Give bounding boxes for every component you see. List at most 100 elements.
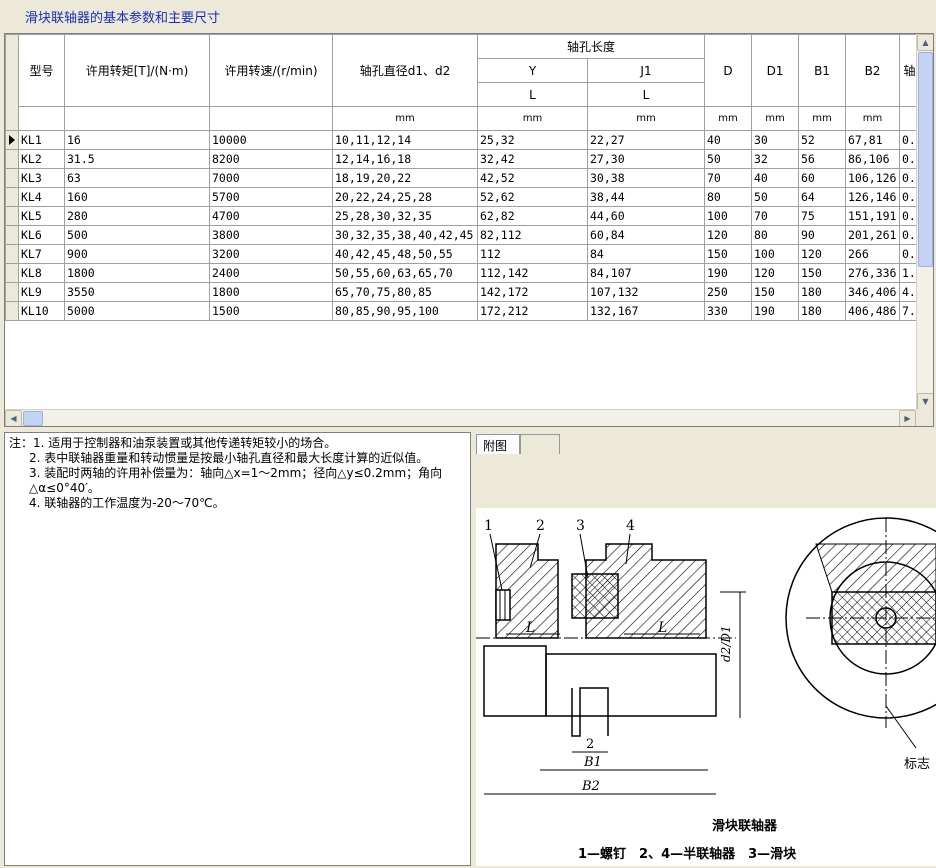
table-cell[interactable]: 20,22,24,25,28 [332,187,478,207]
notes-panel[interactable]: 注：1. 适用于控制器和油泵装置或其他传递转矩较小的场合。 2. 表中联轴器重量… [4,432,471,866]
table-cell[interactable]: KL4 [18,187,65,207]
scroll-down-icon[interactable]: ▼ [917,393,933,410]
table-cell[interactable]: 50 [704,149,752,169]
data-grid[interactable]: 型号 许用转矩[T]/(N·m) 许用转速/(r/min) 轴孔直径d1、d2 … [4,33,934,427]
table-cell[interactable]: 120 [751,263,799,283]
table-cell[interactable]: 18,19,20,22 [332,168,478,188]
table-cell[interactable]: 276,336 [845,263,900,283]
table-cell[interactable]: 10000 [209,130,333,150]
table-cell[interactable]: KL9 [18,282,65,302]
table-row[interactable]: KL9 3550 1800 65,70,75,80,85 142,172 107,132 2… [5,282,920,302]
table-cell[interactable]: 38,44 [587,187,705,207]
table-row[interactable]: KL8 1800 2400 50,55,60,63,65,70 112,142 84,10… [5,263,920,283]
horizontal-scroll-thumb[interactable] [23,411,43,426]
table-cell[interactable]: 10,11,12,14 [332,130,478,150]
table-cell[interactable]: 112,142 [477,263,588,283]
table-cell[interactable]: KL1 [18,130,65,150]
table-cell[interactable]: 280 [64,206,210,226]
table-cell[interactable]: 80 [704,187,752,207]
table-cell[interactable]: 44,60 [587,206,705,226]
table-cell[interactable]: 84,107 [587,263,705,283]
table-cell[interactable]: 25,28,30,32,35 [332,206,478,226]
table-cell[interactable]: 250 [704,282,752,302]
table-cell[interactable]: 65,70,75,80,85 [332,282,478,302]
row-selector[interactable] [5,244,19,264]
table-cell[interactable]: 25,32 [477,130,588,150]
table-cell[interactable]: 84 [587,244,705,264]
table-cell[interactable]: 142,172 [477,282,588,302]
table-cell[interactable]: 90 [798,225,846,245]
table-cell[interactable]: 120 [704,225,752,245]
table-cell[interactable]: KL5 [18,206,65,226]
table-cell[interactable]: KL3 [18,168,65,188]
table-cell[interactable]: 70 [751,206,799,226]
row-selector[interactable] [5,130,19,150]
table-cell[interactable]: 180 [798,301,846,321]
table-cell[interactable]: 266 [845,244,900,264]
table-cell[interactable]: 27,30 [587,149,705,169]
col-J1-L[interactable]: L [587,82,705,107]
table-cell[interactable]: 172,212 [477,301,588,321]
table-cell[interactable]: 75 [798,206,846,226]
table-cell[interactable]: 56 [798,149,846,169]
table-cell[interactable]: 1500 [209,301,333,321]
table-cell[interactable]: 80 [751,225,799,245]
row-selector[interactable] [5,282,19,302]
table-cell[interactable]: 16 [64,130,210,150]
table-cell[interactable]: 106,126 [845,168,900,188]
table-cell[interactable]: 180 [798,282,846,302]
table-cell[interactable]: 346,406 [845,282,900,302]
table-cell[interactable]: 150 [704,244,752,264]
col-Y-L[interactable]: L [477,82,588,107]
table-cell[interactable]: 32 [751,149,799,169]
table-cell[interactable]: 67,81 [845,130,900,150]
table-cell[interactable]: 40 [704,130,752,150]
row-selector[interactable] [5,168,19,188]
row-selector[interactable] [5,206,19,226]
row-selector[interactable] [5,187,19,207]
table-cell[interactable]: 30,32,35,38,40,42,45 [332,225,478,245]
col-B2[interactable]: B2 [845,34,900,107]
table-cell[interactable]: 100 [704,206,752,226]
col-speed[interactable]: 许用转速/(r/min) [209,34,333,107]
table-cell[interactable]: 3800 [209,225,333,245]
table-cell[interactable]: 126,146 [845,187,900,207]
table-cell[interactable]: 150 [798,263,846,283]
col-D[interactable]: D [704,34,752,107]
table-cell[interactable]: KL8 [18,263,65,283]
table-row[interactable]: KL4 160 5700 20,22,24,25,28 52,62 38,44 80 50 64… [5,187,920,207]
vertical-scrollbar[interactable]: ▲ ▼ [916,34,933,410]
table-cell[interactable]: 64 [798,187,846,207]
scroll-left-icon[interactable]: ◀ [5,410,22,426]
table-cell[interactable]: 107,132 [587,282,705,302]
table-cell[interactable]: 4700 [209,206,333,226]
table-cell[interactable]: 3200 [209,244,333,264]
table-cell[interactable]: 30 [751,130,799,150]
col-Y[interactable]: Y [477,58,588,83]
col-D1[interactable]: D1 [751,34,799,107]
table-cell[interactable]: 150 [751,282,799,302]
horizontal-scrollbar[interactable]: ◀ ▶ [5,409,916,426]
table-cell[interactable]: 7000 [209,168,333,188]
table-cell[interactable]: 42,52 [477,168,588,188]
scroll-right-icon[interactable]: ▶ [899,410,916,426]
vertical-scroll-thumb[interactable] [918,52,933,267]
table-cell[interactable]: 190 [704,263,752,283]
table-cell[interactable]: 82,112 [477,225,588,245]
col-torque[interactable]: 许用转矩[T]/(N·m) [64,34,210,107]
table-cell[interactable]: KL7 [18,244,65,264]
table-cell[interactable]: 70 [704,168,752,188]
table-cell[interactable]: 8200 [209,149,333,169]
table-row[interactable]: KL7 900 3200 40,42,45,48,50,55 112 84 150 100 12… [5,244,920,264]
col-bore-length[interactable]: 轴孔长度 [477,34,705,59]
table-cell[interactable]: 60 [798,168,846,188]
table-cell[interactable]: 500 [64,225,210,245]
table-cell[interactable]: 62,82 [477,206,588,226]
table-cell[interactable]: 63 [64,168,210,188]
col-B1[interactable]: B1 [798,34,846,107]
table-cell[interactable]: 120 [798,244,846,264]
row-selector[interactable] [5,149,19,169]
table-cell[interactable]: KL2 [18,149,65,169]
row-selector[interactable] [5,263,19,283]
table-cell[interactable]: 100 [751,244,799,264]
